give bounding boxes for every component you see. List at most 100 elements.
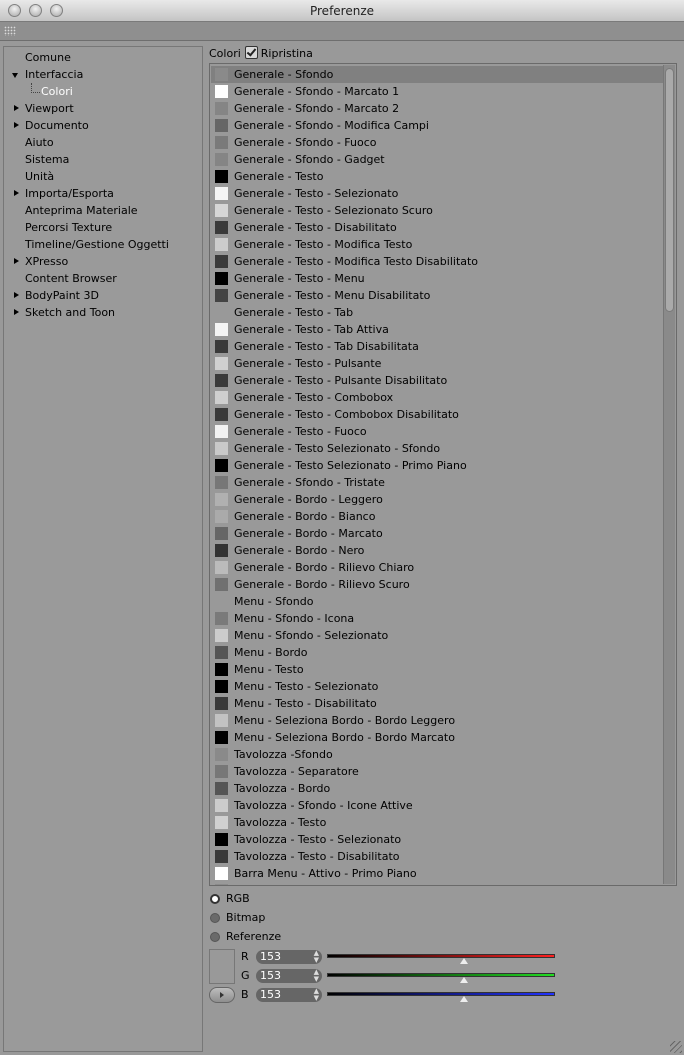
color-list-item[interactable]: Generale - Testo Selezionato - Primo Pia… — [211, 457, 663, 474]
channel-slider[interactable] — [327, 973, 555, 977]
disclosure-right-icon[interactable] — [14, 309, 19, 315]
color-list-item[interactable]: Menu - Seleziona Bordo - Bordo Marcato — [211, 729, 663, 746]
stepper-arrows-icon[interactable]: ▲ ▼ — [314, 988, 319, 1002]
color-list-item[interactable]: Tavolozza - Testo - Disabilitato — [211, 848, 663, 865]
color-list-item[interactable]: Menu - Testo — [211, 661, 663, 678]
sidebar-item[interactable]: Interfaccia — [4, 66, 202, 83]
stepper-arrows-icon[interactable]: ▲ ▼ — [314, 950, 319, 964]
color-list-item[interactable]: Generale - Testo - Combobox Disabilitato — [211, 406, 663, 423]
color-list-item[interactable]: Generale - Sfondo - Marcato 1 — [211, 83, 663, 100]
color-list-item[interactable]: Generale - Testo - Disabilitato — [211, 219, 663, 236]
scrollbar-thumb[interactable] — [665, 68, 674, 312]
disclosure-down-icon[interactable] — [12, 73, 18, 78]
stepper-arrows-icon[interactable]: ▲ ▼ — [314, 969, 319, 983]
color-swatch — [215, 102, 228, 115]
color-list-item[interactable]: Generale - Sfondo - Gadget — [211, 151, 663, 168]
sidebar-item[interactable]: Documento — [4, 117, 202, 134]
color-item-label: Generale - Bordo - Nero — [234, 544, 365, 557]
tree-connector — [31, 83, 40, 93]
color-list-item[interactable]: Tavolozza - Testo - Selezionato — [211, 831, 663, 848]
color-list-item[interactable]: Generale - Sfondo — [211, 66, 663, 83]
color-list-item[interactable]: Generale - Testo - Pulsante — [211, 355, 663, 372]
color-list-item[interactable]: Generale - Testo Selezionato - Sfondo — [211, 440, 663, 457]
color-list-item[interactable]: Menu - Testo - Selezionato — [211, 678, 663, 695]
color-list-item[interactable]: Menu - Testo - Disabilitato — [211, 695, 663, 712]
color-list-item[interactable]: Tavolozza - Sfondo - Icone Attive — [211, 797, 663, 814]
color-preview-swatch[interactable] — [209, 949, 235, 984]
color-list-item[interactable]: Generale - Testo - Pulsante Disabilitato — [211, 372, 663, 389]
color-list-item[interactable]: Menu - Sfondo — [211, 593, 663, 610]
disclosure-right-icon[interactable] — [14, 105, 19, 111]
color-list-item[interactable] — [211, 882, 663, 885]
color-list-item[interactable]: Tavolozza - Separatore — [211, 763, 663, 780]
slider-marker-icon[interactable] — [459, 958, 468, 964]
drag-grip-icon[interactable] — [4, 26, 16, 36]
color-list-item[interactable]: Menu - Sfondo - Selezionato — [211, 627, 663, 644]
disclosure-right-icon[interactable] — [14, 258, 19, 264]
sidebar-item[interactable]: XPresso — [4, 253, 202, 270]
color-list-item[interactable]: Generale - Testo - Combobox — [211, 389, 663, 406]
sidebar-item[interactable]: Anteprima Materiale — [4, 202, 202, 219]
reset-checkbox[interactable] — [244, 46, 258, 59]
channel-value-field[interactable]: 153 ▲ ▼ — [256, 950, 322, 964]
color-list-item[interactable]: Generale - Testo - Selezionato — [211, 185, 663, 202]
channel-value-field[interactable]: 153 ▲ ▼ — [256, 988, 322, 1002]
color-list-item[interactable]: Generale - Bordo - Leggero — [211, 491, 663, 508]
color-list-item[interactable]: Generale - Sfondo - Tristate — [211, 474, 663, 491]
sidebar-item[interactable]: Importa/Esporta — [4, 185, 202, 202]
disclosure-right-icon[interactable] — [14, 292, 19, 298]
color-swatch — [215, 187, 228, 200]
color-list-item[interactable]: Generale - Bordo - Rilievo Chiaro — [211, 559, 663, 576]
color-list-item[interactable]: Menu - Sfondo - Icona — [211, 610, 663, 627]
channel-slider[interactable] — [327, 992, 555, 996]
color-list-item[interactable]: Generale - Testo - Modifica Testo Disabi… — [211, 253, 663, 270]
color-list-item[interactable]: Tavolozza -Sfondo — [211, 746, 663, 763]
color-list-item[interactable]: Generale - Testo - Fuoco — [211, 423, 663, 440]
color-list-item[interactable]: Barra Menu - Attivo - Primo Piano — [211, 865, 663, 882]
color-list-item[interactable]: Tavolozza - Testo — [211, 814, 663, 831]
slider-marker-icon[interactable] — [459, 996, 468, 1002]
disclosure-right-icon[interactable] — [14, 122, 19, 128]
sidebar-item[interactable]: Percorsi Texture — [4, 219, 202, 236]
expand-arrow-button[interactable] — [209, 987, 235, 1003]
sidebar-item[interactable]: Sistema — [4, 151, 202, 168]
color-list-item[interactable]: Generale - Testo - Selezionato Scuro — [211, 202, 663, 219]
color-list-item[interactable]: Generale - Testo - Menu Disabilitato — [211, 287, 663, 304]
color-list-item[interactable]: Generale - Bordo - Rilievo Scuro — [211, 576, 663, 593]
color-list-item[interactable]: Tavolozza - Bordo — [211, 780, 663, 797]
sidebar-item[interactable]: BodyPaint 3D — [4, 287, 202, 304]
reset-label[interactable]: Ripristina — [261, 47, 313, 60]
color-list-item[interactable]: Generale - Testo - Modifica Testo — [211, 236, 663, 253]
sidebar-item[interactable]: Comune — [4, 49, 202, 66]
color-list-item[interactable]: Generale - Sfondo - Modifica Campi — [211, 117, 663, 134]
channel-value-field[interactable]: 153 ▲ ▼ — [256, 969, 322, 983]
sidebar-item-label: Interfaccia — [25, 68, 84, 81]
channel-slider[interactable] — [327, 954, 555, 958]
color-list-item[interactable]: Generale - Testo - Tab Attiva — [211, 321, 663, 338]
color-list-item[interactable]: Generale - Testo - Tab Disabilitata — [211, 338, 663, 355]
color-list-item[interactable]: Generale - Bordo - Marcato — [211, 525, 663, 542]
slider-marker-icon[interactable] — [459, 977, 468, 983]
color-list-item[interactable]: Generale - Testo - Menu — [211, 270, 663, 287]
color-swatch — [215, 493, 228, 506]
sidebar-item[interactable]: Timeline/Gestione Oggetti — [4, 236, 202, 253]
color-item-label: Tavolozza - Testo - Selezionato — [234, 833, 402, 846]
sidebar-item-label: Comune — [25, 51, 71, 64]
color-list-item[interactable]: Generale - Sfondo - Marcato 2 — [211, 100, 663, 117]
disclosure-right-icon[interactable] — [14, 190, 19, 196]
sidebar-item[interactable]: Colori — [4, 83, 202, 100]
sidebar-item[interactable]: Content Browser — [4, 270, 202, 287]
color-list-item[interactable]: Generale - Testo — [211, 168, 663, 185]
color-list-item[interactable]: Menu - Bordo — [211, 644, 663, 661]
color-list-item[interactable]: Generale - Sfondo - Fuoco — [211, 134, 663, 151]
sidebar-item[interactable]: Unità — [4, 168, 202, 185]
color-list-item[interactable]: Generale - Bordo - Nero — [211, 542, 663, 559]
sidebar-item[interactable]: Viewport — [4, 100, 202, 117]
sidebar-item[interactable]: Aiuto — [4, 134, 202, 151]
color-list-item[interactable]: Generale - Bordo - Bianco — [211, 508, 663, 525]
color-list-scrollbar[interactable] — [663, 65, 675, 884]
sidebar-item[interactable]: Sketch and Toon — [4, 304, 202, 321]
resize-grip-icon[interactable] — [670, 1041, 682, 1053]
color-list-item[interactable]: Generale - Testo - Tab — [211, 304, 663, 321]
color-list-item[interactable]: Menu - Seleziona Bordo - Bordo Leggero — [211, 712, 663, 729]
